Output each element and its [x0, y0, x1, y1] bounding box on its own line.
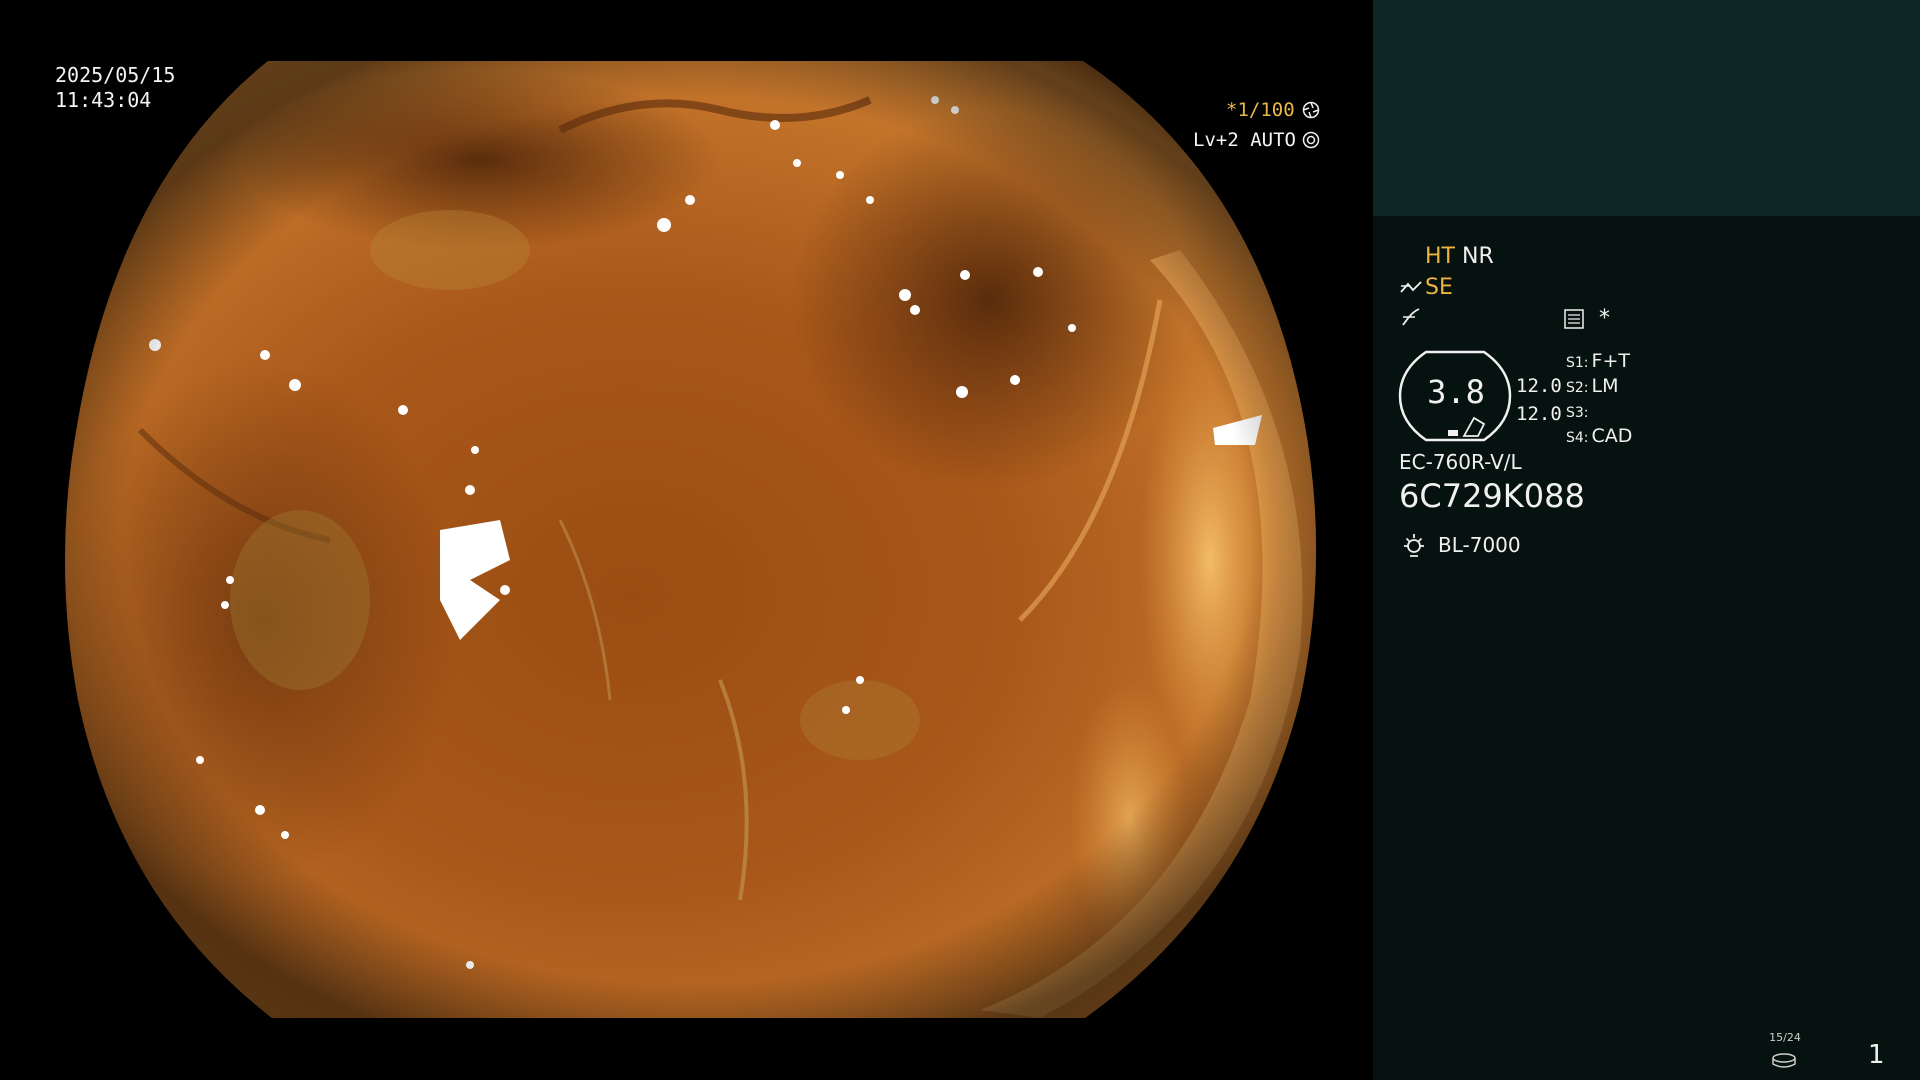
- brightness-level: Lv+2 AUTO: [1193, 129, 1296, 151]
- setting-value-b: 12.0: [1516, 403, 1562, 425]
- light-source-label: BL-7000: [1438, 533, 1521, 557]
- aperture-icon: [1302, 101, 1320, 119]
- light-source-icon: [1404, 534, 1424, 557]
- switch-s4: S4: CAD: [1566, 425, 1633, 447]
- se-indicator: SE: [1425, 275, 1453, 300]
- asterisk-mark: *: [1599, 306, 1610, 331]
- page-number: 1: [1868, 1040, 1885, 1070]
- contrast-mode-icon: [1564, 309, 1584, 329]
- shutter-speed: *1/100: [1226, 99, 1295, 121]
- switch-s1: S1: F+T: [1566, 350, 1630, 372]
- exam-time: 11:43:04: [55, 88, 152, 112]
- setting-value-a: 12.0: [1516, 375, 1562, 397]
- ht-indicator: HT: [1425, 244, 1455, 269]
- scope-serial: 6C729K088: [1399, 477, 1585, 515]
- switch-s2: S2: LM: [1566, 375, 1619, 397]
- structure-enhance-icon: [1400, 281, 1422, 293]
- scope-model: EC-760R-V/L: [1399, 450, 1522, 474]
- patient-info-header: [1373, 0, 1920, 216]
- gauge-value: 3.8: [1427, 373, 1485, 411]
- switch-s3: S3:: [1566, 405, 1589, 421]
- exam-date: 2025/05/15: [55, 63, 176, 87]
- edge-enhance-icon: [1402, 308, 1420, 326]
- nr-indicator: NR: [1462, 244, 1494, 269]
- capture-count: 15/24: [1769, 1031, 1801, 1044]
- endoscopic-image: [65, 61, 1317, 1018]
- iris-auto-icon: [1302, 131, 1320, 149]
